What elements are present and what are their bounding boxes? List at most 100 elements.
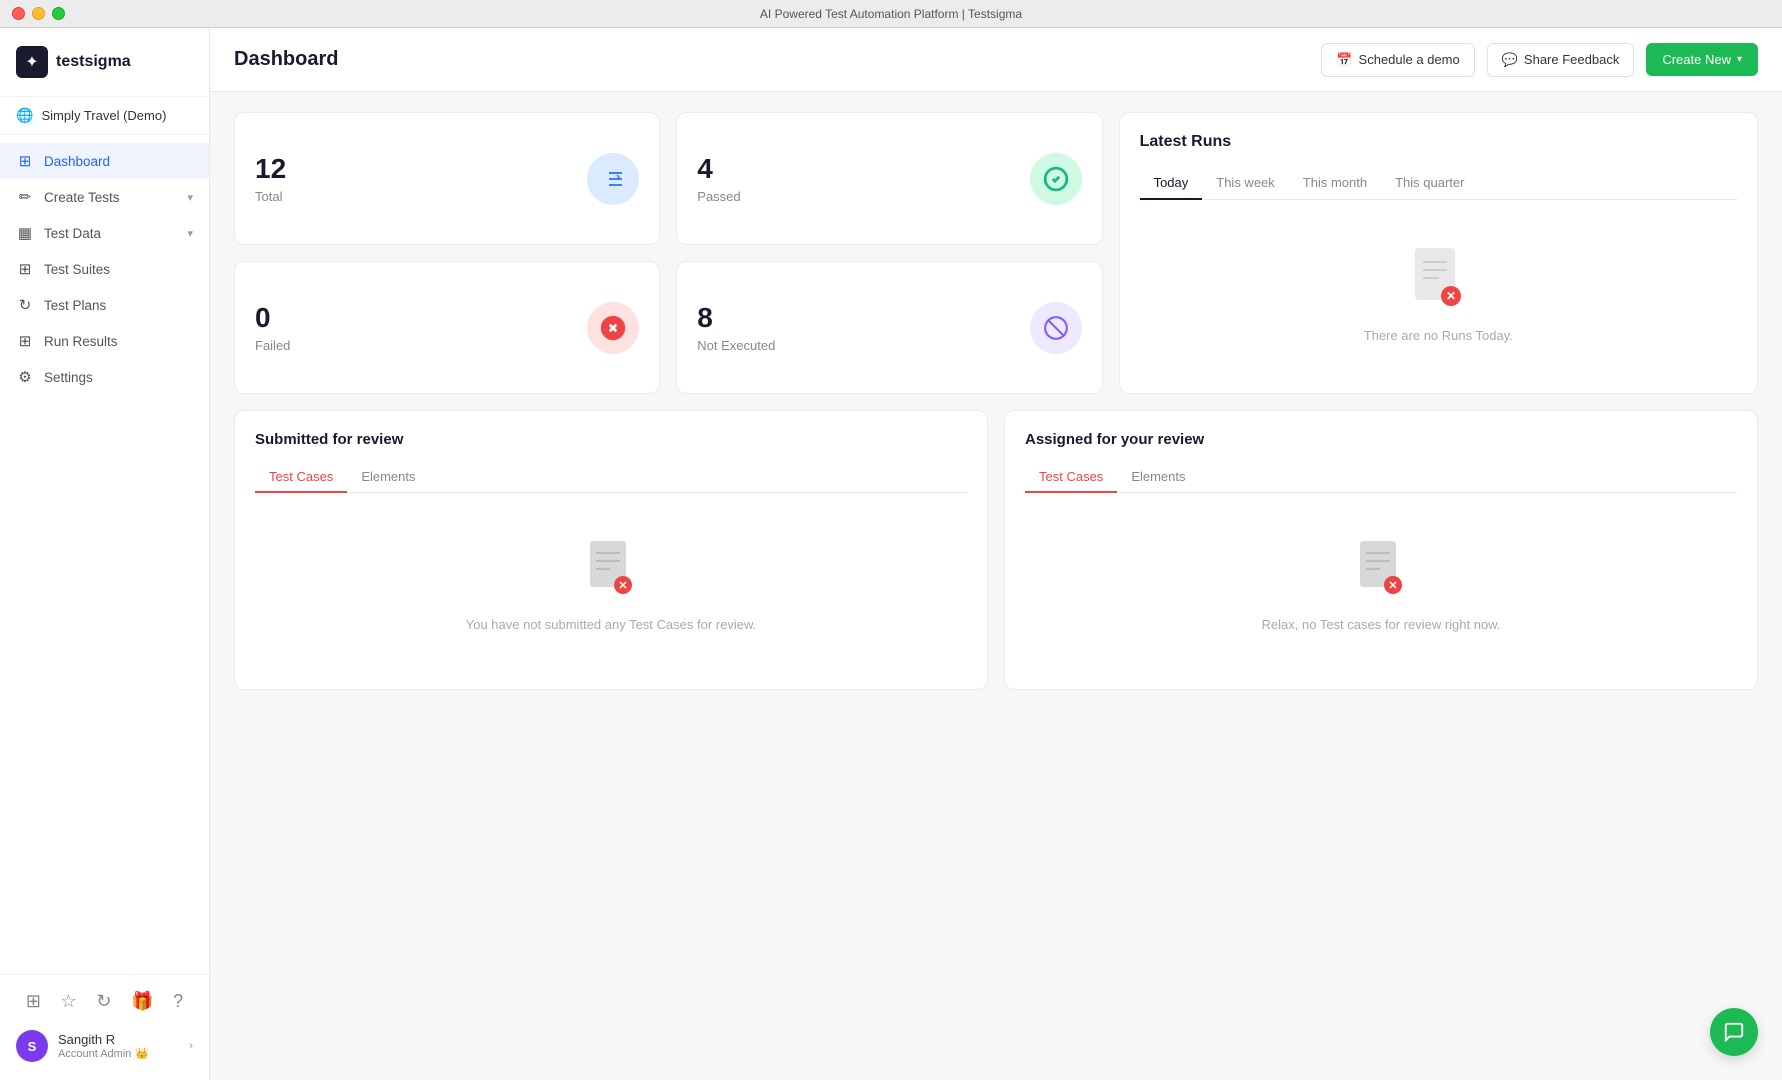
submitted-tab-test-cases[interactable]: Test Cases [255,462,347,493]
run-results-icon: ⊞ [16,332,34,350]
create-tests-icon: ✏ [16,188,34,206]
latest-runs-tabs: Today This week This month This quarter [1140,167,1737,200]
stat-label-failed: Failed [255,338,290,353]
assigned-review-title: Assigned for your review [1025,431,1737,448]
close-button[interactable] [12,7,25,20]
failed-icon [587,302,639,354]
assigned-review-empty-text: Relax, no Test cases for review right no… [1262,617,1501,632]
help-icon[interactable]: ? [173,991,183,1012]
refresh-icon[interactable]: ↻ [96,991,111,1012]
create-new-button[interactable]: Create New ▾ [1646,43,1758,76]
sidebar-item-label: Create Tests [44,190,120,205]
stat-card-total: 12 Total [234,112,660,245]
sidebar-item-label: Test Suites [44,262,110,277]
chat-button[interactable] [1710,1008,1758,1056]
stat-card-failed: 0 Failed [234,261,660,394]
sidebar-item-label: Run Results [44,334,118,349]
tab-today[interactable]: Today [1140,167,1203,200]
gift-icon[interactable]: 🎁 [131,991,153,1012]
assigned-review-empty: ✕ Relax, no Test cases for review right … [1025,509,1737,662]
sidebar-nav: ⊞ Dashboard ✏ Create Tests ▾ ▦ Test Data… [0,135,209,974]
header: Dashboard 📅 Schedule a demo 💬 Share Feed… [210,28,1782,92]
chevron-down-icon: ▾ [1737,54,1742,65]
page-title: Dashboard [234,48,1305,71]
stat-label-not-executed: Not Executed [697,338,775,353]
stat-card-not-executed: 8 Not Executed [676,261,1102,394]
crown-icon: 👑 [135,1047,149,1060]
sidebar-item-label: Test Plans [44,298,106,313]
submitted-review-tabs: Test Cases Elements [255,462,967,493]
grid-icon[interactable]: ⊞ [26,991,41,1012]
maximize-button[interactable] [52,7,65,20]
window-controls[interactable] [12,7,65,20]
stat-label-total: Total [255,189,286,204]
submitted-review-empty-text: You have not submitted any Test Cases fo… [466,617,757,632]
project-icon: 🌐 [16,107,33,124]
stat-label-passed: Passed [697,189,740,204]
stat-info-passed: 4 Passed [697,153,740,204]
chevron-down-icon: ▾ [187,227,193,240]
submitted-tab-elements[interactable]: Elements [347,462,429,493]
logo-icon: ✦ [16,46,48,78]
submitted-review-empty: ✕ You have not submitted any Test Cases … [255,509,967,662]
project-label: Simply Travel (Demo) [41,108,166,123]
stat-info-not-executed: 8 Not Executed [697,302,775,353]
svg-text:✕: ✕ [1446,289,1456,303]
header-actions: 📅 Schedule a demo 💬 Share Feedback Creat… [1321,43,1758,77]
user-chevron-icon: › [189,1040,193,1052]
passed-icon [1030,153,1082,205]
user-profile[interactable]: S Sangith R Account Admin 👑 › [0,1020,209,1072]
assigned-tab-elements[interactable]: Elements [1117,462,1199,493]
test-suites-icon: ⊞ [16,260,34,278]
project-selector[interactable]: 🌐 Simply Travel (Demo) [0,97,209,135]
sidebar-item-label: Dashboard [44,154,110,169]
sidebar-item-run-results[interactable]: ⊞ Run Results [0,323,209,359]
sidebar-bottom: ⊞ ☆ ↻ 🎁 ? S Sangith R Account Admin 👑 › [0,974,209,1080]
svg-text:✕: ✕ [618,580,627,592]
bookmark-icon[interactable]: ☆ [61,991,77,1012]
not-executed-icon [1030,302,1082,354]
sidebar-item-label: Test Data [44,226,101,241]
stat-value-failed: 0 [255,302,290,334]
window-title: AI Powered Test Automation Platform | Te… [760,7,1022,21]
latest-runs-empty: ✕ There are no Runs Today. [1140,216,1737,373]
calendar-icon: 📅 [1336,52,1352,68]
latest-runs-card: Latest Runs Today This week This month T… [1119,112,1758,394]
schedule-demo-button[interactable]: 📅 Schedule a demo [1321,43,1474,77]
stat-value-total: 12 [255,153,286,185]
tab-this-month[interactable]: This month [1289,167,1381,200]
sidebar-item-test-plans[interactable]: ↻ Test Plans [0,287,209,323]
feedback-icon: 💬 [1502,52,1518,68]
dashboard-icon: ⊞ [16,152,34,170]
titlebar: AI Powered Test Automation Platform | Te… [0,0,1782,28]
sidebar-item-label: Settings [44,370,93,385]
submitted-review-title: Submitted for review [255,431,967,448]
tab-this-quarter[interactable]: This quarter [1381,167,1478,200]
tab-this-week[interactable]: This week [1202,167,1289,200]
user-info: Sangith R Account Admin 👑 [58,1032,179,1060]
sidebar-item-create-tests[interactable]: ✏ Create Tests ▾ [0,179,209,215]
share-feedback-button[interactable]: 💬 Share Feedback [1487,43,1635,77]
stat-card-passed: 4 Passed [676,112,1102,245]
test-data-icon: ▦ [16,224,34,242]
total-icon [587,153,639,205]
stats-grid: 12 Total [234,112,1103,394]
test-plans-icon: ↻ [16,296,34,314]
stat-value-not-executed: 8 [697,302,775,334]
chevron-down-icon: ▾ [187,191,193,204]
sidebar: ✦ testsigma 🌐 Simply Travel (Demo) ⊞ Das… [0,28,210,1080]
sidebar-item-dashboard[interactable]: ⊞ Dashboard [0,143,209,179]
assigned-tab-test-cases[interactable]: Test Cases [1025,462,1117,493]
logo-text: testsigma [56,53,131,71]
stat-value-passed: 4 [697,153,740,185]
settings-icon: ⚙ [16,368,34,386]
user-name: Sangith R [58,1032,179,1047]
sidebar-item-settings[interactable]: ⚙ Settings [0,359,209,395]
stat-info-failed: 0 Failed [255,302,290,353]
sidebar-item-test-suites[interactable]: ⊞ Test Suites [0,251,209,287]
minimize-button[interactable] [32,7,45,20]
bottom-icons: ⊞ ☆ ↻ 🎁 ? [0,983,209,1020]
submitted-review-card: Submitted for review Test Cases Elements [234,410,988,690]
logo-area: ✦ testsigma [0,28,209,97]
sidebar-item-test-data[interactable]: ▦ Test Data ▾ [0,215,209,251]
